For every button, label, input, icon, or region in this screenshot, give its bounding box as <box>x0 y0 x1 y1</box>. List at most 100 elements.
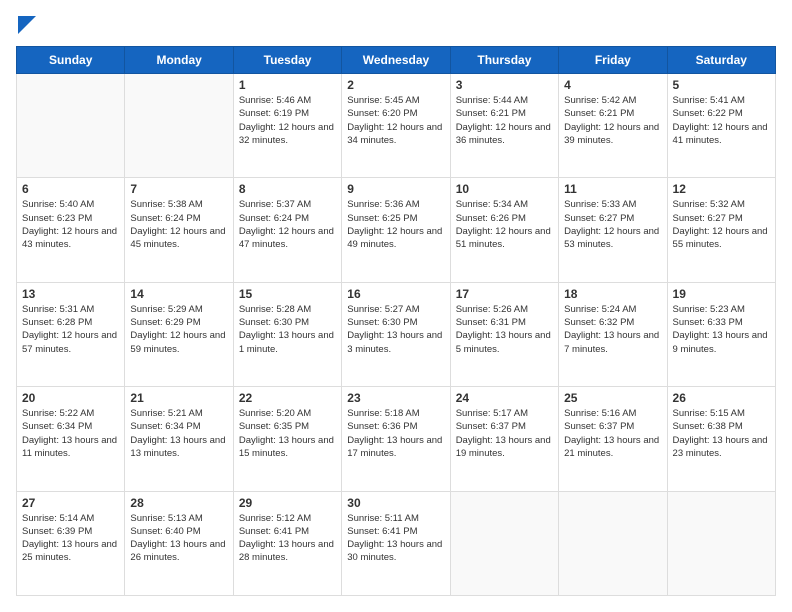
cell-info: Sunrise: 5:18 AMSunset: 6:36 PMDaylight:… <box>347 407 444 460</box>
cell-info: Sunrise: 5:46 AMSunset: 6:19 PMDaylight:… <box>239 94 336 147</box>
header <box>16 16 776 36</box>
day-number: 17 <box>456 287 553 301</box>
day-number: 5 <box>673 78 770 92</box>
cell-info: Sunrise: 5:21 AMSunset: 6:34 PMDaylight:… <box>130 407 227 460</box>
cell-info: Sunrise: 5:42 AMSunset: 6:21 PMDaylight:… <box>564 94 661 147</box>
cal-cell: 24 Sunrise: 5:17 AMSunset: 6:37 PMDayligh… <box>450 387 558 491</box>
cell-info: Sunrise: 5:37 AMSunset: 6:24 PMDaylight:… <box>239 198 336 251</box>
cell-info: Sunrise: 5:26 AMSunset: 6:31 PMDaylight:… <box>456 303 553 356</box>
cal-cell: 12Sunrise: 5:32 AMSunset: 6:27 PMDayligh… <box>667 178 775 282</box>
cell-info: Sunrise: 5:32 AMSunset: 6:27 PMDaylight:… <box>673 198 770 251</box>
day-number: 3 <box>456 78 553 92</box>
day-number: 10 <box>456 182 553 196</box>
weekday-header-saturday: Saturday <box>667 47 775 74</box>
day-number: 20 <box>22 391 119 405</box>
cell-info: Sunrise: 5:31 AMSunset: 6:28 PMDaylight:… <box>22 303 119 356</box>
day-number: 28 <box>130 496 227 510</box>
weekday-header-thursday: Thursday <box>450 47 558 74</box>
cell-info: Sunrise: 5:28 AMSunset: 6:30 PMDaylight:… <box>239 303 336 356</box>
day-number: 23 <box>347 391 444 405</box>
cal-cell: 18 Sunrise: 5:24 AMSunset: 6:32 PMDayligh… <box>559 282 667 386</box>
cell-info: Sunrise: 5:23 AMSunset: 6:33 PMDaylight:… <box>673 303 770 356</box>
day-number: 9 <box>347 182 444 196</box>
day-number: 29 <box>239 496 336 510</box>
day-number: 26 <box>673 391 770 405</box>
cal-cell: 14 Sunrise: 5:29 AMSunset: 6:29 PMDayligh… <box>125 282 233 386</box>
cell-info: Sunrise: 5:29 AMSunset: 6:29 PMDaylight:… <box>130 303 227 356</box>
cell-info: Sunrise: 5:11 AMSunset: 6:41 PMDaylight:… <box>347 512 444 565</box>
day-number: 15 <box>239 287 336 301</box>
cal-cell: 3 Sunrise: 5:44 AMSunset: 6:21 PMDaylight… <box>450 74 558 178</box>
cell-info: Sunrise: 5:20 AMSunset: 6:35 PMDaylight:… <box>239 407 336 460</box>
day-number: 24 <box>456 391 553 405</box>
week-row-3: 20 Sunrise: 5:22 AMSunset: 6:34 PMDayligh… <box>17 387 776 491</box>
cal-cell: 9Sunrise: 5:36 AMSunset: 6:25 PMDaylight… <box>342 178 450 282</box>
day-number: 21 <box>130 391 227 405</box>
day-number: 4 <box>564 78 661 92</box>
cal-cell <box>559 491 667 595</box>
day-number: 8 <box>239 182 336 196</box>
cell-info: Sunrise: 5:24 AMSunset: 6:32 PMDaylight:… <box>564 303 661 356</box>
day-number: 30 <box>347 496 444 510</box>
logo <box>16 16 36 36</box>
calendar-table: SundayMondayTuesdayWednesdayThursdayFrid… <box>16 46 776 596</box>
cal-cell: 16 Sunrise: 5:27 AMSunset: 6:30 PMDayligh… <box>342 282 450 386</box>
day-number: 6 <box>22 182 119 196</box>
cal-cell <box>17 74 125 178</box>
cal-cell: 5Sunrise: 5:41 AMSunset: 6:22 PMDaylight… <box>667 74 775 178</box>
day-number: 14 <box>130 287 227 301</box>
weekday-header-sunday: Sunday <box>17 47 125 74</box>
cal-cell: 1 Sunrise: 5:46 AMSunset: 6:19 PMDaylight… <box>233 74 341 178</box>
day-number: 7 <box>130 182 227 196</box>
cell-info: Sunrise: 5:15 AMSunset: 6:38 PMDaylight:… <box>673 407 770 460</box>
cell-info: Sunrise: 5:17 AMSunset: 6:37 PMDaylight:… <box>456 407 553 460</box>
cal-cell <box>450 491 558 595</box>
day-number: 2 <box>347 78 444 92</box>
cal-cell: 30 Sunrise: 5:11 AMSunset: 6:41 PMDayligh… <box>342 491 450 595</box>
cal-cell: 23 Sunrise: 5:18 AMSunset: 6:36 PMDayligh… <box>342 387 450 491</box>
cal-cell: 11Sunrise: 5:33 AMSunset: 6:27 PMDayligh… <box>559 178 667 282</box>
logo-arrow-icon <box>18 16 36 34</box>
weekday-header-tuesday: Tuesday <box>233 47 341 74</box>
cal-cell: 26 Sunrise: 5:15 AMSunset: 6:38 PMDayligh… <box>667 387 775 491</box>
cell-info: Sunrise: 5:22 AMSunset: 6:34 PMDaylight:… <box>22 407 119 460</box>
cal-cell: 4 Sunrise: 5:42 AMSunset: 6:21 PMDaylight… <box>559 74 667 178</box>
cal-cell <box>125 74 233 178</box>
cal-cell: 28 Sunrise: 5:13 AMSunset: 6:40 PMDayligh… <box>125 491 233 595</box>
cell-info: Sunrise: 5:13 AMSunset: 6:40 PMDaylight:… <box>130 512 227 565</box>
day-number: 13 <box>22 287 119 301</box>
weekday-header-row: SundayMondayTuesdayWednesdayThursdayFrid… <box>17 47 776 74</box>
cal-cell: 25 Sunrise: 5:16 AMSunset: 6:37 PMDayligh… <box>559 387 667 491</box>
day-number: 18 <box>564 287 661 301</box>
cal-cell: 10 Sunrise: 5:34 AMSunset: 6:26 PMDayligh… <box>450 178 558 282</box>
cell-info: Sunrise: 5:40 AMSunset: 6:23 PMDaylight:… <box>22 198 119 251</box>
day-number: 1 <box>239 78 336 92</box>
week-row-4: 27 Sunrise: 5:14 AMSunset: 6:39 PMDayligh… <box>17 491 776 595</box>
cal-cell: 29 Sunrise: 5:12 AMSunset: 6:41 PMDayligh… <box>233 491 341 595</box>
cal-cell <box>667 491 775 595</box>
cal-cell: 22 Sunrise: 5:20 AMSunset: 6:35 PMDayligh… <box>233 387 341 491</box>
cal-cell: 7 Sunrise: 5:38 AMSunset: 6:24 PMDaylight… <box>125 178 233 282</box>
cal-cell: 21 Sunrise: 5:21 AMSunset: 6:34 PMDayligh… <box>125 387 233 491</box>
day-number: 27 <box>22 496 119 510</box>
cal-cell: 8 Sunrise: 5:37 AMSunset: 6:24 PMDaylight… <box>233 178 341 282</box>
day-number: 25 <box>564 391 661 405</box>
week-row-0: 1 Sunrise: 5:46 AMSunset: 6:19 PMDaylight… <box>17 74 776 178</box>
cell-info: Sunrise: 5:27 AMSunset: 6:30 PMDaylight:… <box>347 303 444 356</box>
cell-info: Sunrise: 5:44 AMSunset: 6:21 PMDaylight:… <box>456 94 553 147</box>
cal-cell: 13 Sunrise: 5:31 AMSunset: 6:28 PMDayligh… <box>17 282 125 386</box>
day-number: 16 <box>347 287 444 301</box>
cell-info: Sunrise: 5:34 AMSunset: 6:26 PMDaylight:… <box>456 198 553 251</box>
cell-info: Sunrise: 5:38 AMSunset: 6:24 PMDaylight:… <box>130 198 227 251</box>
cell-info: Sunrise: 5:14 AMSunset: 6:39 PMDaylight:… <box>22 512 119 565</box>
week-row-1: 6 Sunrise: 5:40 AMSunset: 6:23 PMDaylight… <box>17 178 776 282</box>
cal-cell: 27 Sunrise: 5:14 AMSunset: 6:39 PMDayligh… <box>17 491 125 595</box>
cal-cell: 19Sunrise: 5:23 AMSunset: 6:33 PMDayligh… <box>667 282 775 386</box>
day-number: 22 <box>239 391 336 405</box>
cell-info: Sunrise: 5:16 AMSunset: 6:37 PMDaylight:… <box>564 407 661 460</box>
week-row-2: 13 Sunrise: 5:31 AMSunset: 6:28 PMDayligh… <box>17 282 776 386</box>
cell-info: Sunrise: 5:12 AMSunset: 6:41 PMDaylight:… <box>239 512 336 565</box>
weekday-header-monday: Monday <box>125 47 233 74</box>
page: SundayMondayTuesdayWednesdayThursdayFrid… <box>0 0 792 612</box>
cal-cell: 15 Sunrise: 5:28 AMSunset: 6:30 PMDayligh… <box>233 282 341 386</box>
